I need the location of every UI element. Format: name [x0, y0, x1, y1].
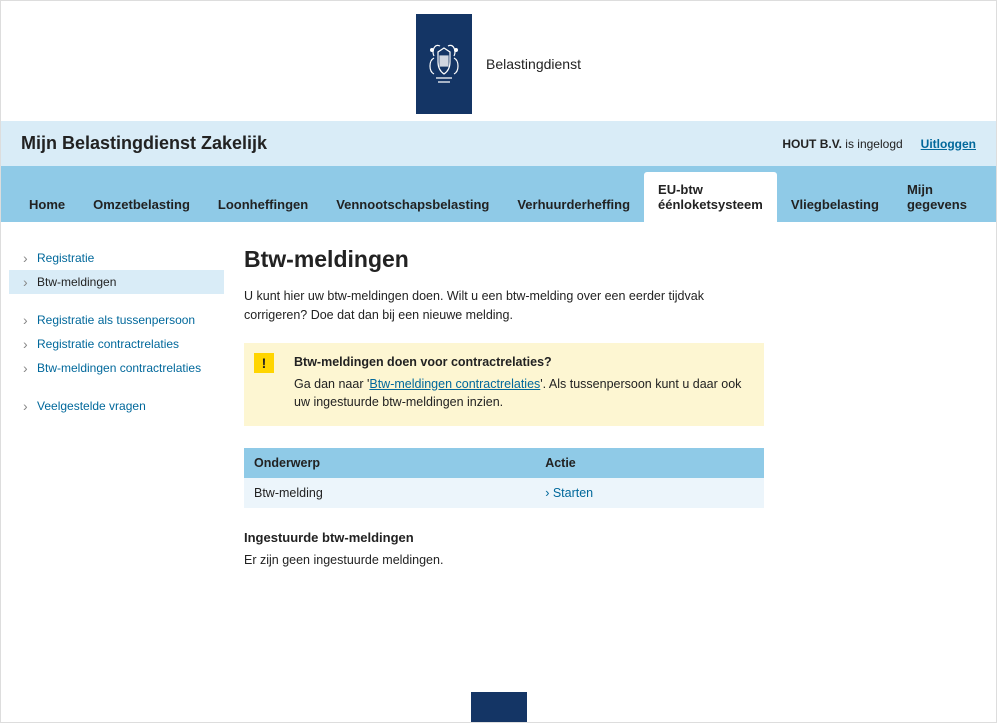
action-starten-link[interactable]: Starten [545, 486, 593, 500]
alert-title: Btw-meldingen doen voor contractrelaties… [294, 355, 748, 369]
footer-crest-block [471, 692, 527, 722]
alert-link-contractrelaties[interactable]: Btw-meldingen contractrelaties [369, 377, 540, 391]
content-area: Btw-meldingen U kunt hier uw btw-melding… [244, 246, 764, 567]
sidebar-group-2: Registratie als tussenpersoon Registrati… [9, 308, 224, 380]
brand-name: Belastingdienst [486, 56, 581, 72]
login-info: HOUT B.V. is ingelogd Uitloggen [782, 137, 976, 151]
content-intro: U kunt hier uw btw-meldingen doen. Wilt … [244, 287, 764, 325]
sent-heading: Ingestuurde btw-meldingen [244, 530, 764, 545]
sidebar-item-reg-tussenpersoon[interactable]: Registratie als tussenpersoon [9, 308, 224, 332]
sidebar-item-registratie[interactable]: Registratie [9, 246, 224, 270]
sidebar-item-reg-contractrelaties[interactable]: Registratie contractrelaties [9, 332, 224, 356]
alert-box: ! Btw-meldingen doen voor contractrelati… [244, 343, 764, 427]
col-onderwerp: Onderwerp [244, 448, 535, 478]
nav-tab-verhuurderheffing[interactable]: Verhuurderheffing [503, 187, 644, 222]
nav-bar: Home Omzetbelasting Loonheffingen Vennoo… [1, 166, 996, 222]
nav-tab-vennootschapsbelasting[interactable]: Vennootschapsbelasting [322, 187, 503, 222]
sent-empty-text: Er zijn geen ingestuurde meldingen. [244, 553, 764, 567]
logo-block: Belastingdienst [416, 14, 581, 114]
logo-crest-icon [416, 14, 472, 114]
logged-in-user: HOUT B.V. [782, 137, 842, 151]
col-actie: Actie [535, 448, 764, 478]
sidebar-item-btw-contractrelaties[interactable]: Btw-meldingen contractrelaties [9, 356, 224, 380]
sidebar-group-3: Veelgestelde vragen [9, 394, 224, 418]
sidebar: Registratie Btw-meldingen Registratie al… [9, 246, 224, 567]
title-bar: Mijn Belastingdienst Zakelijk HOUT B.V. … [1, 121, 996, 166]
table-row: Btw-melding Starten [244, 478, 764, 508]
alert-text-prefix: Ga dan naar ' [294, 377, 369, 391]
nav-tab-eu-btw[interactable]: EU-btw éénloketsysteem [644, 172, 777, 222]
top-header: Belastingdienst [1, 1, 996, 121]
page-app-title: Mijn Belastingdienst Zakelijk [21, 133, 267, 154]
sidebar-group-1: Registratie Btw-meldingen [9, 246, 224, 294]
alert-body: Ga dan naar 'Btw-meldingen contractrelat… [294, 375, 748, 413]
nav-tab-home[interactable]: Home [15, 187, 79, 222]
content-heading: Btw-meldingen [244, 246, 764, 273]
logout-link[interactable]: Uitloggen [921, 137, 976, 151]
logged-in-suffix: is ingelogd [842, 137, 903, 151]
warning-icon: ! [254, 353, 274, 373]
nav-tab-vliegbelasting[interactable]: Vliegbelasting [777, 187, 893, 222]
table-header-row: Onderwerp Actie [244, 448, 764, 478]
nav-tab-loonheffingen[interactable]: Loonheffingen [204, 187, 322, 222]
sidebar-item-faq[interactable]: Veelgestelde vragen [9, 394, 224, 418]
nav-tab-mijn-gegevens[interactable]: Mijn gegevens [893, 172, 982, 222]
sidebar-item-btw-meldingen[interactable]: Btw-meldingen [9, 270, 224, 294]
actions-table: Onderwerp Actie Btw-melding Starten [244, 448, 764, 508]
cell-onderwerp: Btw-melding [244, 478, 535, 508]
nav-tab-omzetbelasting[interactable]: Omzetbelasting [79, 187, 204, 222]
